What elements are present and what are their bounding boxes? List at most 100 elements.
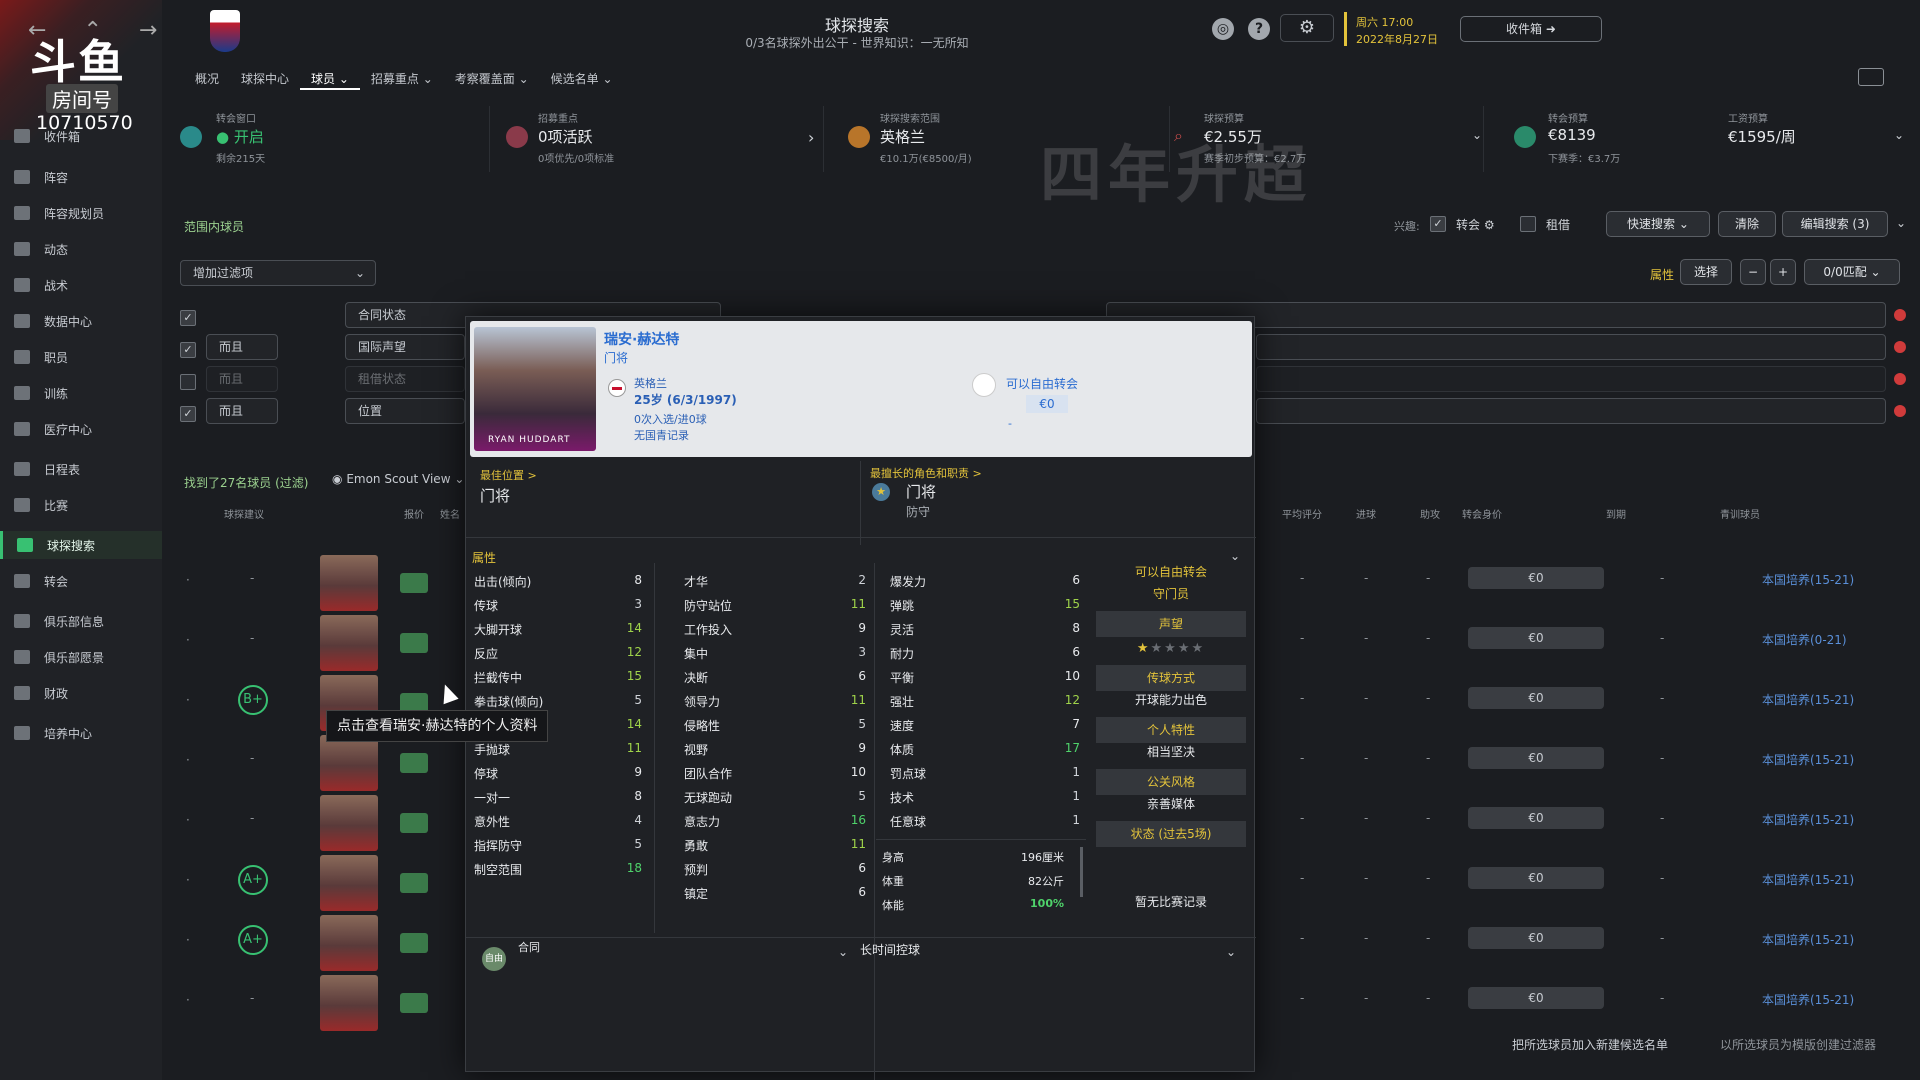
offer-badge[interactable] bbox=[400, 753, 428, 773]
filter-checkbox[interactable]: ✓ bbox=[180, 342, 196, 358]
offer-badge[interactable] bbox=[400, 813, 428, 833]
tab-overview[interactable]: 概况 bbox=[184, 68, 230, 90]
filter-field[interactable]: 位置 bbox=[345, 398, 465, 424]
scout-grade-badge[interactable]: A+ bbox=[238, 865, 268, 895]
clear-button[interactable]: 清除 bbox=[1718, 211, 1776, 237]
tab-shortlist[interactable]: 候选名单 ⌄ bbox=[540, 68, 624, 90]
minus-button[interactable]: − bbox=[1740, 259, 1766, 285]
col-avg-rating[interactable]: 平均评分 bbox=[1282, 506, 1322, 521]
offer-badge[interactable] bbox=[400, 993, 428, 1013]
filter-checkbox[interactable] bbox=[180, 374, 196, 390]
player-nation[interactable]: 英格兰 bbox=[634, 375, 667, 391]
scout-grade-badge[interactable]: A+ bbox=[238, 925, 268, 955]
row-select-dot[interactable]: · bbox=[186, 873, 190, 887]
homegrown-status[interactable]: 本国培养(15-21) bbox=[1762, 691, 1854, 708]
sidebar-item-staff[interactable]: 职员 bbox=[0, 343, 162, 371]
forward-arrow-icon[interactable]: → bbox=[139, 18, 157, 43]
sidebar-item-training[interactable]: 训练 bbox=[0, 379, 162, 407]
tab-players[interactable]: 球员 ⌄ bbox=[300, 68, 360, 90]
layout-icon[interactable] bbox=[1858, 68, 1884, 86]
add-to-shortlist-button[interactable]: 把所选球员加入新建候选名单 bbox=[1512, 1036, 1668, 1053]
col-goals[interactable]: 进球 bbox=[1356, 506, 1376, 521]
offer-badge[interactable] bbox=[400, 633, 428, 653]
player-popup[interactable]: RYAN HUDDART 瑞安·赫达特 门将 英格兰 25岁 (6/3/1997… bbox=[465, 316, 1256, 1080]
globe-icon[interactable]: ◎ bbox=[1212, 18, 1234, 40]
player-thumbnail[interactable] bbox=[320, 735, 378, 791]
row-select-dot[interactable]: · bbox=[186, 693, 190, 707]
col-homegrown[interactable]: 青训球员 bbox=[1720, 506, 1760, 521]
homegrown-status[interactable]: 本国培养(15-21) bbox=[1762, 571, 1854, 588]
tab-coverage[interactable]: 考察覆盖面 ⌄ bbox=[444, 68, 540, 90]
row-select-dot[interactable]: · bbox=[186, 633, 190, 647]
player-thumbnail[interactable] bbox=[320, 915, 378, 971]
sidebar-item-scouting[interactable]: 球探搜索 bbox=[0, 531, 162, 559]
scout-grade-badge[interactable]: B+ bbox=[238, 685, 268, 715]
chevron-down-icon[interactable]: ⌄ bbox=[1226, 945, 1236, 959]
player-photo[interactable]: RYAN HUDDART bbox=[474, 327, 596, 451]
filter-checkbox[interactable]: ✓ bbox=[180, 406, 196, 422]
filter-field[interactable]: 国际声望 bbox=[345, 334, 465, 360]
settings-button[interactable]: ⚙ bbox=[1280, 14, 1334, 42]
filter-value[interactable] bbox=[1256, 398, 1886, 424]
transfer-budget-card[interactable]: 转会预算 €8139 下赛季：€3.7万 工资预算 €1595/周 ⌄ bbox=[1514, 106, 1918, 172]
sidebar-item-finances[interactable]: 财政 bbox=[0, 679, 162, 707]
filter-value[interactable] bbox=[1256, 366, 1886, 392]
sidebar-item-development[interactable]: 培养中心 bbox=[0, 719, 162, 747]
chevron-down-icon[interactable]: ⌄ bbox=[1896, 216, 1906, 230]
and-dropdown[interactable]: 而且 bbox=[206, 398, 278, 424]
row-select-dot[interactable]: · bbox=[186, 573, 190, 587]
col-expiry[interactable]: 到期 bbox=[1606, 506, 1626, 521]
row-select-dot[interactable]: · bbox=[186, 933, 190, 947]
quick-search-button[interactable]: 快速搜索 ⌄ bbox=[1606, 211, 1710, 237]
player-thumbnail[interactable] bbox=[320, 615, 378, 671]
row-select-dot[interactable]: · bbox=[186, 993, 190, 1007]
transfer-checkbox[interactable]: ✓ bbox=[1430, 216, 1446, 232]
chevron-down-icon[interactable]: ⌄ bbox=[838, 945, 848, 959]
create-filter-button[interactable]: 以所选球员为模版创建过滤器 bbox=[1720, 1036, 1876, 1053]
sidebar-item-dynamics[interactable]: 动态 bbox=[0, 235, 162, 263]
remove-filter-icon[interactable] bbox=[1894, 341, 1906, 353]
filter-checkbox[interactable]: ✓ bbox=[180, 310, 196, 326]
remove-filter-icon[interactable] bbox=[1894, 405, 1906, 417]
row-select-dot[interactable]: · bbox=[186, 753, 190, 767]
sidebar-item-club-vision[interactable]: 俱乐部愿景 bbox=[0, 643, 162, 671]
filter-field[interactable]: 租借状态 bbox=[345, 366, 465, 392]
help-icon[interactable]: ? bbox=[1248, 18, 1270, 40]
player-thumbnail[interactable] bbox=[320, 855, 378, 911]
add-filter-dropdown[interactable]: 增加过滤项 ⌄ bbox=[180, 260, 376, 286]
homegrown-status[interactable]: 本国培养(0-21) bbox=[1762, 631, 1847, 648]
and-dropdown[interactable]: 而且 bbox=[206, 334, 278, 360]
remove-filter-icon[interactable] bbox=[1894, 309, 1906, 321]
sidebar-item-club-info[interactable]: 俱乐部信息 bbox=[0, 607, 162, 635]
transfer-window-card[interactable]: 转会窗口 ● 开启 剩余215天 bbox=[180, 106, 490, 172]
sidebar-item-squad-planner[interactable]: 阵容规划员 bbox=[0, 199, 162, 227]
sidebar-item-competitions[interactable]: 比赛 bbox=[0, 491, 162, 519]
best-role-label[interactable]: 最擅长的角色和职责 > bbox=[870, 465, 982, 481]
col-transfer-value[interactable]: 转会身价 bbox=[1462, 506, 1502, 521]
col-offer[interactable]: 报价 bbox=[404, 506, 424, 521]
homegrown-status[interactable]: 本国培养(15-21) bbox=[1762, 871, 1854, 888]
sidebar-item-inbox[interactable]: 收件箱 bbox=[0, 122, 162, 150]
offer-badge[interactable] bbox=[400, 573, 428, 593]
col-name[interactable]: 姓名 bbox=[440, 506, 460, 521]
player-thumbnail[interactable] bbox=[320, 555, 378, 611]
tab-scouting-center[interactable]: 球探中心 bbox=[230, 68, 300, 90]
sidebar-item-tactics[interactable]: 战术 bbox=[0, 271, 162, 299]
scrollbar[interactable] bbox=[1080, 847, 1083, 897]
homegrown-status[interactable]: 本国培养(15-21) bbox=[1762, 991, 1854, 1008]
col-scout-advice[interactable]: 球探建议 bbox=[224, 506, 264, 521]
player-name[interactable]: 瑞安·赫达特 bbox=[604, 329, 679, 349]
row-select-dot[interactable]: · bbox=[186, 813, 190, 827]
and-dropdown[interactable]: 而且 bbox=[206, 366, 278, 392]
player-thumbnail[interactable] bbox=[320, 795, 378, 851]
view-selector[interactable]: ◉ Emon Scout View ⌄ bbox=[332, 472, 464, 486]
offer-badge[interactable] bbox=[400, 933, 428, 953]
remove-filter-icon[interactable] bbox=[1894, 373, 1906, 385]
sidebar-item-schedule[interactable]: 日程表 bbox=[0, 455, 162, 483]
recruitment-focus-card[interactable]: 招募重点 0项活跃 0项优先/0项标准 › bbox=[506, 106, 824, 172]
filter-value[interactable] bbox=[1256, 334, 1886, 360]
loan-checkbox[interactable] bbox=[1520, 216, 1536, 232]
homegrown-status[interactable]: 本国培养(15-21) bbox=[1762, 751, 1854, 768]
tab-recruitment-focus[interactable]: 招募重点 ⌄ bbox=[360, 68, 444, 90]
player-thumbnail[interactable] bbox=[320, 975, 378, 1031]
